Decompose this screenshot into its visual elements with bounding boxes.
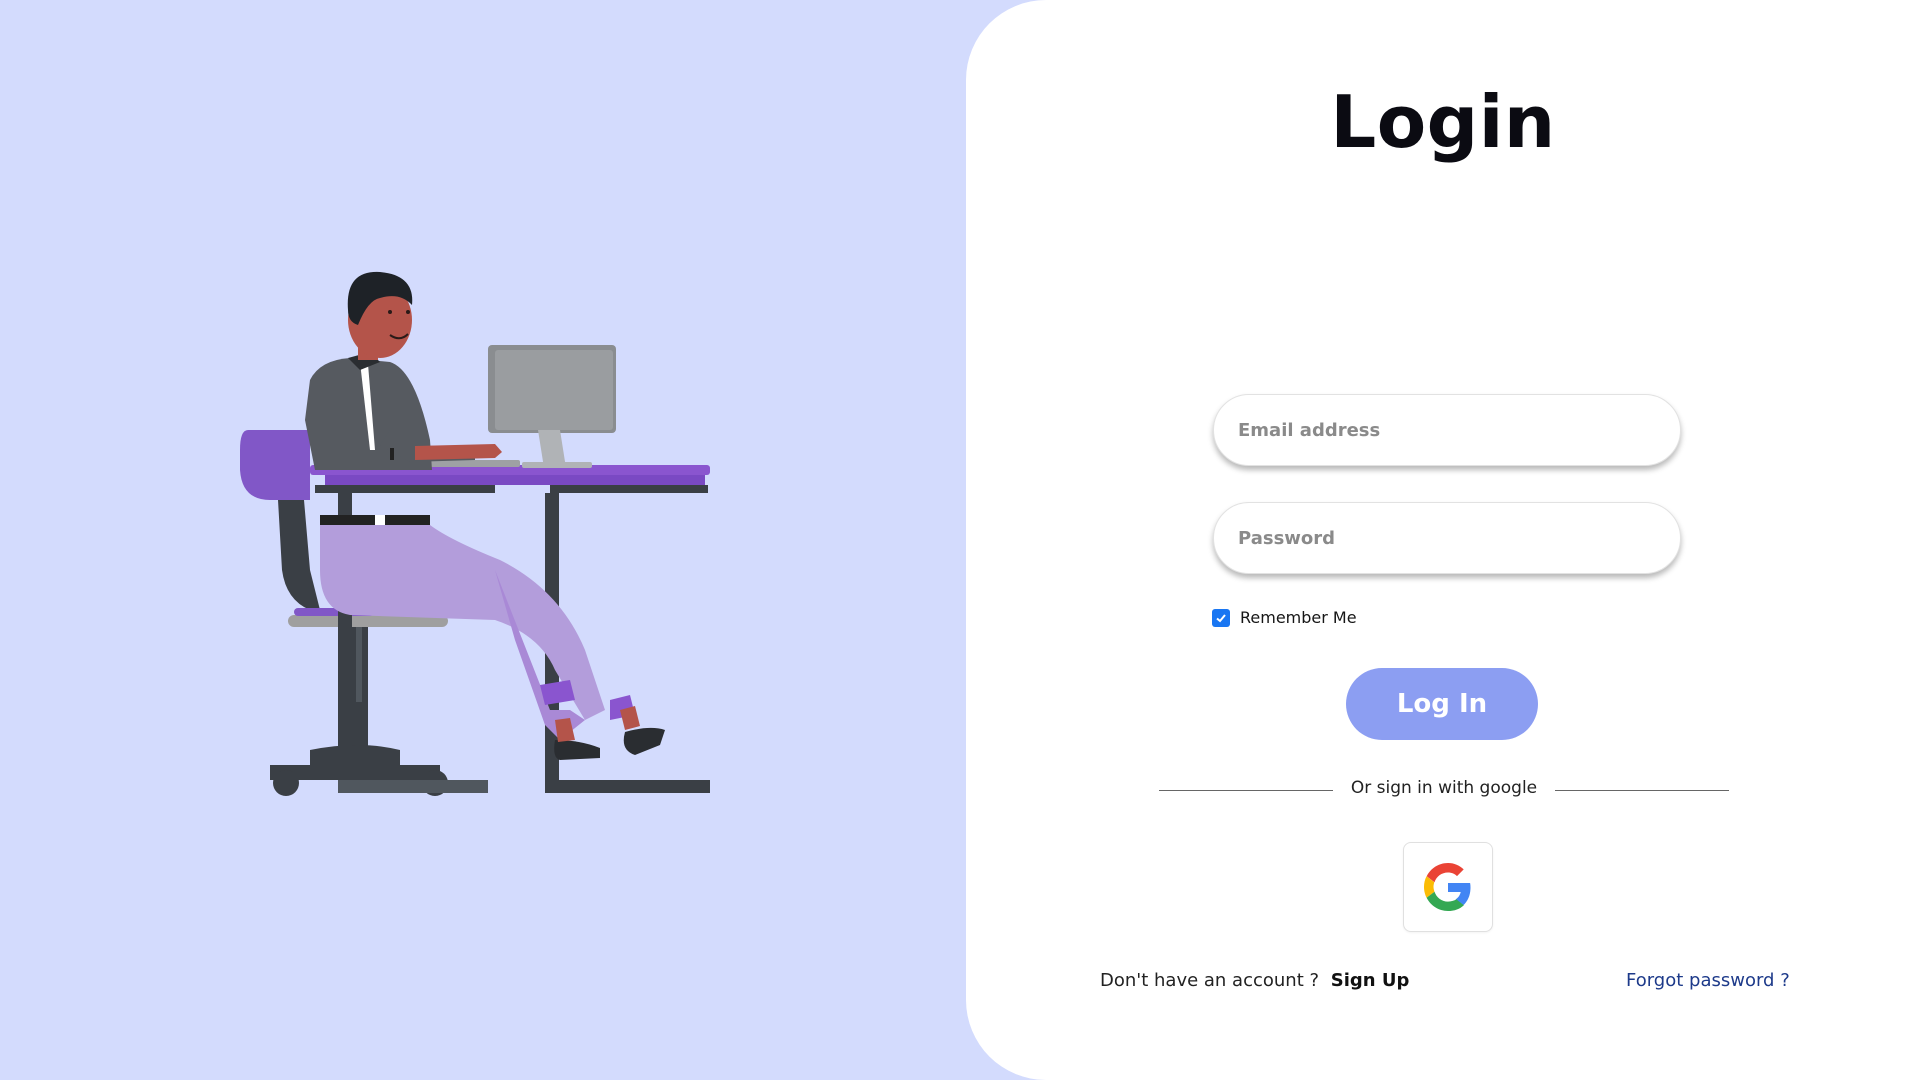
google-signin-button[interactable] xyxy=(1403,842,1493,932)
password-field[interactable] xyxy=(1213,502,1681,574)
person-at-desk-illustration xyxy=(240,271,710,796)
remember-me-checkbox[interactable] xyxy=(1212,608,1230,627)
checkmark-icon xyxy=(1216,613,1226,622)
login-panel: Login Remember Me Log In Or sign in with… xyxy=(966,0,1920,1080)
remember-me[interactable]: Remember Me xyxy=(1212,608,1357,627)
illustration-panel xyxy=(0,0,1000,1080)
no-account-text: Don't have an account ? xyxy=(1100,970,1320,991)
login-button[interactable]: Log In xyxy=(1346,668,1538,740)
email-field[interactable] xyxy=(1213,394,1681,466)
signup-prompt: Don't have an account ? Sign Up xyxy=(1100,970,1409,991)
forgot-password-link[interactable]: Forgot password ? xyxy=(1626,970,1790,991)
divider-left xyxy=(1159,790,1333,791)
google-g-icon xyxy=(1424,863,1471,911)
remember-me-label: Remember Me xyxy=(1240,608,1357,627)
divider-text: Or sign in with google xyxy=(1350,778,1538,798)
divider-right xyxy=(1555,790,1729,791)
page-title: Login xyxy=(1330,80,1556,164)
signup-link[interactable]: Sign Up xyxy=(1331,970,1410,991)
